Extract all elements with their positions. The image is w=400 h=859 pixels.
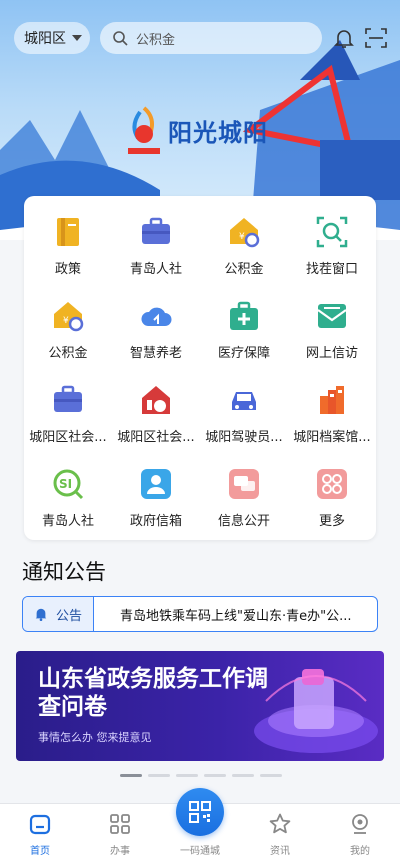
service-label: 城阳区社会... [29,430,107,445]
service-label: 政府信箱 [129,514,182,529]
profile-icon [352,814,368,834]
service-label: 信息公开 [217,514,270,529]
svg-text:¥: ¥ [63,316,69,326]
service-item[interactable]: 城阳区社会... [112,372,200,456]
si-search-icon: SI [50,466,86,502]
tab-label: 首页 [30,846,50,857]
qr-code-icon [189,801,211,823]
service-item[interactable]: ¥ 公积金 [200,204,288,288]
service-grid-card: 政策 青岛人社 ¥ 公积金 找茬窗口 ¥ 公积金 智慧养老 医疗保障 网上信访 城阳区社会... 城阳… [24,196,376,540]
bell-icon[interactable] [332,26,356,50]
qr-code-button[interactable] [176,788,224,836]
home-badge-icon [138,382,174,418]
carousel-indicator [120,774,282,777]
service-item[interactable]: 青岛人社 [112,204,200,288]
archive-building-icon [314,382,350,418]
home-icon [29,814,51,835]
house-fund-icon: ¥ [226,214,262,250]
service-label: 青岛人社 [41,514,94,529]
notice-tag: 公告 [23,597,94,631]
service-item[interactable]: 信息公开 [200,456,288,540]
star-icon [269,813,291,834]
service-label: 公积金 [224,262,264,277]
top-bar: 城阳区 公积金 [0,18,400,62]
service-label: 医疗保障 [217,346,270,361]
service-item[interactable]: 城阳区社会... [24,372,112,456]
chevron-down-icon [72,35,82,41]
svg-text:SI: SI [59,477,72,491]
search-icon [113,31,128,46]
carousel-dot [204,774,226,777]
tab-news[interactable]: 资讯 [240,804,320,859]
logo-text: 阳光城阳 [168,118,268,147]
service-label: 更多 [318,514,345,529]
service-item[interactable]: 网上信访 [288,288,376,372]
carousel-dot [260,774,282,777]
carousel-dot [232,774,254,777]
service-label: 网上信访 [305,346,358,361]
service-label: 城阳档案馆... [293,430,371,445]
logo: 阳光城阳 [126,100,286,160]
grid-icon [110,814,130,834]
tab-services[interactable]: 办事 [80,804,160,859]
tab-label: 我的 [350,846,370,857]
car-icon [226,382,262,418]
tab-home[interactable]: 首页 [0,804,80,859]
svg-text:¥: ¥ [239,232,245,242]
service-label: 政策 [54,262,81,277]
medical-kit-icon [226,298,262,334]
tab-label: 办事 [110,846,130,857]
notice-tag-label: 公告 [55,608,82,624]
service-label: 智慧养老 [129,346,182,361]
carousel-dot [120,774,142,777]
service-item[interactable]: 城阳档案馆... [288,372,376,456]
notice-text: 青岛地铁乘车码上线"爱山东·青e办"公... [120,608,352,624]
notice-bar[interactable]: 公告 青岛地铁乘车码上线"爱山东·青e办"公... [22,596,378,632]
service-item[interactable]: ¥ 公积金 [24,288,112,372]
banner-title: 山东省政务服务工作调查问卷 [38,666,268,720]
service-label: 城阳驾驶员... [205,430,283,445]
carousel-dot [148,774,170,777]
mail-icon [314,298,350,334]
scan-icon[interactable] [364,26,388,50]
service-item[interactable]: 找茬窗口 [288,204,376,288]
service-item[interactable]: 更多 [288,456,376,540]
service-grid: 政策 青岛人社 ¥ 公积金 找茬窗口 ¥ 公积金 智慧养老 医疗保障 网上信访 城阳区社会... 城阳… [24,196,376,540]
person-card-icon [138,466,174,502]
house-fund-icon: ¥ [50,298,86,334]
service-label: 找茬窗口 [305,262,358,277]
service-label: 公积金 [48,346,88,361]
notice-section-title: 通知公告 [22,560,106,584]
chat-bubble-icon [226,466,262,502]
service-label: 青岛人社 [129,262,182,277]
more-grid-icon [314,466,350,502]
service-item[interactable]: 政策 [24,204,112,288]
search-input[interactable]: 公积金 [100,22,322,54]
service-item[interactable]: 医疗保障 [200,288,288,372]
carousel-dot [176,774,198,777]
service-item[interactable]: 城阳驾驶员... [200,372,288,456]
service-item[interactable]: 智慧养老 [112,288,200,372]
tab-profile[interactable]: 我的 [320,804,400,859]
bell-icon [35,608,47,621]
service-item[interactable]: 政府信箱 [112,456,200,540]
briefcase-icon [50,382,86,418]
briefcase-icon [138,214,174,250]
magnifier-scan-icon [314,214,350,250]
policy-book-icon [50,214,86,250]
survey-banner[interactable]: 山东省政务服务工作调查问卷 事情怎么办 您来提意见 [16,651,384,761]
tab-label: 一码通城 [180,846,220,857]
district-selector[interactable]: 城阳区 [14,22,90,54]
cloud-icon [138,298,174,334]
banner-subtitle: 事情怎么办 您来提意见 [38,731,152,744]
search-placeholder: 公积金 [136,32,176,48]
service-label: 城阳区社会... [117,430,195,445]
district-label: 城阳区 [24,31,66,47]
service-item[interactable]: SI 青岛人社 [24,456,112,540]
tab-label: 资讯 [270,846,290,857]
sunshine-logo-icon [128,106,160,154]
